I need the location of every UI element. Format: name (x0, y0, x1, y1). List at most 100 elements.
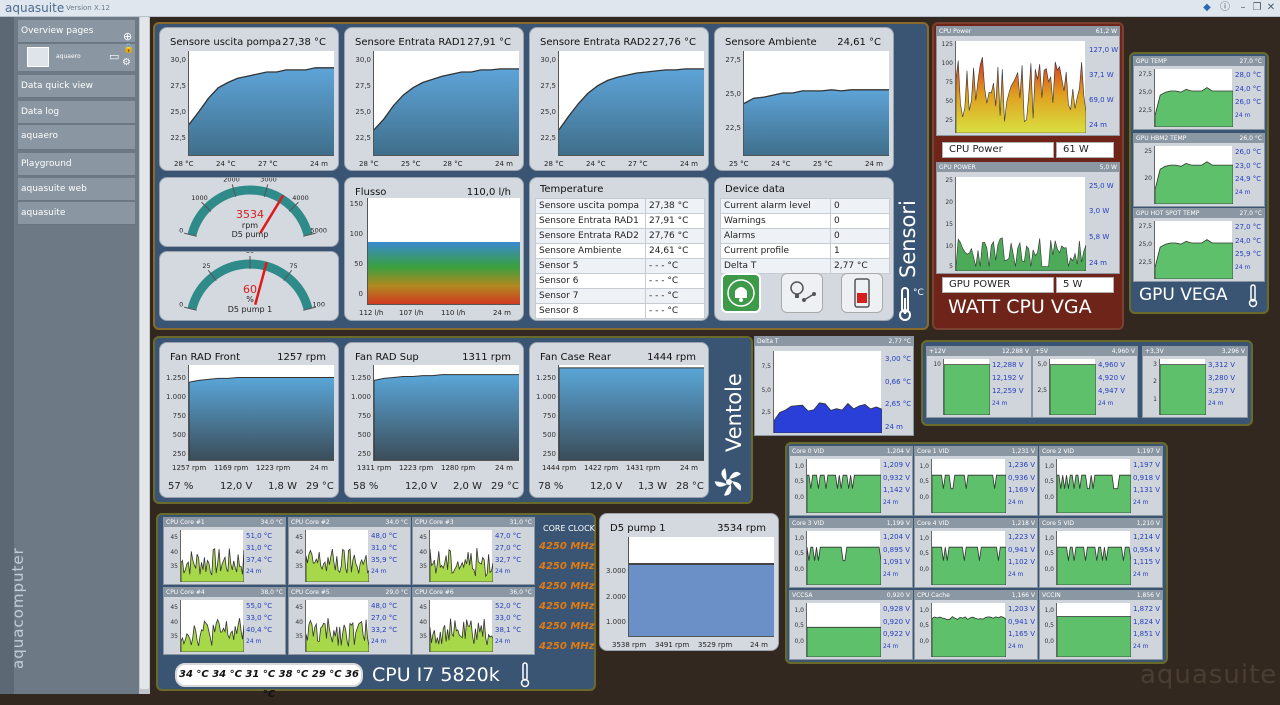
restore-icon[interactable]: ❐ (1250, 1, 1264, 15)
sensor-foot: 28 °C (443, 160, 463, 168)
cpu-core-temp-chart: CPU Core #4 38,0 °C 45 40 35 55,0 °C 33,0 °C 40… (163, 587, 286, 655)
temp-sensor-value: - - - °C (645, 258, 705, 274)
chart-stat: 0,932 V (883, 473, 911, 482)
minimize-icon[interactable]: – (1236, 1, 1250, 15)
stat-min: 37,1 W (1089, 71, 1114, 79)
y-tick: 30,0 (540, 56, 556, 64)
chart-series (931, 546, 1007, 586)
chart-area (180, 548, 245, 583)
y-tick: 40 (170, 548, 178, 556)
y-tick: 45 (419, 604, 427, 611)
chart-plot (1154, 69, 1234, 128)
nav-data-quick-view[interactable]: Data quick view (18, 75, 135, 98)
phone-button[interactable] (841, 273, 883, 313)
nav-data-log[interactable]: Data log (18, 101, 135, 124)
sensor-foot: 25 °C (813, 160, 833, 168)
gauge-tick-label: 4000 (292, 194, 309, 202)
chart-value: 29,0 °C (385, 589, 408, 596)
chart-value: 1,197 V (1136, 448, 1160, 455)
gpu-power-plot (955, 177, 1087, 272)
gpu-power-label: GPU POWER (942, 277, 1054, 293)
y-tick: 40 (419, 548, 427, 556)
y-tick: 25,0 (1138, 241, 1152, 248)
device-entry[interactable]: aquaero ▭ 🔒 ⚙ (18, 44, 135, 71)
vid-chart: Core 1 VID 1,231 V 1,0 0,5 0,0 1,236 V 0,936 V… (914, 446, 1038, 516)
nav-aquaero[interactable]: aquaero (18, 125, 135, 150)
chart-area (806, 626, 882, 658)
gauge-tick-label: 100 (313, 300, 325, 308)
device-field-value: 0 (830, 213, 890, 229)
sensor-area-series (374, 68, 519, 155)
device-field-value: 1 (830, 243, 890, 259)
chart-value: 36,0 °C (509, 589, 532, 596)
chart-stat: 0,941 V (1008, 545, 1036, 554)
chart-value: 31,0 °C (509, 519, 532, 526)
nav-overview-pages[interactable]: Overview pages (18, 20, 135, 43)
fan-foot: 1257 rpm (172, 464, 207, 472)
cpu-core-temp-chart: CPU Core #3 31,0 °C 45 40 35 47,0 °C 27,0 °C 32… (412, 517, 535, 585)
chart-stat: 27,0 °C (495, 544, 522, 552)
y-tick: 1 (1153, 395, 1157, 403)
chart-stat: 1,223 V (1008, 533, 1036, 541)
cpu-power-label: CPU Power (942, 142, 1054, 158)
add-icon[interactable]: ⊕ (123, 30, 132, 43)
fan-icon (713, 466, 745, 498)
sensori-label: Sensori (896, 200, 920, 278)
chart-stat: 40,4 °C (246, 626, 273, 634)
gpu-power-chart: GPU POWER 5,0 W 25 20 15 10 5 25,0 W 3,0… (936, 162, 1120, 274)
temp-sensor-value: - - - °C (645, 288, 705, 304)
y-tick: 50 (354, 260, 363, 268)
nav-aquasuite[interactable]: aquasuite (18, 202, 135, 225)
chart-area (305, 548, 370, 583)
fan-foot: 1311 rpm (357, 464, 392, 472)
alarm-bell-button[interactable] (721, 273, 761, 313)
chart-series (1154, 239, 1234, 280)
y-tick: 7,5 (761, 363, 771, 370)
chart-value: 1,218 V (1011, 520, 1035, 527)
chart-stat: 1,142 V (883, 486, 911, 494)
lock-icon[interactable]: 🔒 (123, 44, 134, 54)
chart-series (305, 617, 370, 653)
y-tick: 50 (945, 98, 953, 105)
table-row: Warnings 0 (720, 213, 890, 229)
fan-series (189, 377, 334, 460)
nav-aquasuite-web[interactable]: aquasuite web (18, 178, 135, 201)
core-clock-title: CORE CLOCK (543, 524, 595, 533)
fan-stat: 12,0 V (405, 481, 438, 492)
pump-foot-avg: 3529 rpm (698, 641, 733, 649)
chart-title: CPU Power (937, 27, 1119, 36)
chart-stat: 24,0 °C (1235, 84, 1262, 93)
info-icon[interactable]: ⓘ (1218, 1, 1232, 15)
monitor-icon[interactable]: ▭ (109, 50, 119, 63)
fan-area (189, 377, 334, 460)
chart-series (806, 546, 882, 586)
fan-foot: 1431 rpm (626, 464, 661, 472)
chart-stat: 32,7 °C (495, 556, 522, 564)
chart-plot (1154, 146, 1234, 205)
chart-stat: 24 m (246, 638, 262, 645)
y-tick: 35 (170, 563, 178, 571)
close-icon[interactable]: ✕ (1264, 1, 1278, 15)
core-clock-value: 4250 MHz (539, 641, 595, 652)
ventole-label: Ventole (722, 373, 746, 452)
chart-area (931, 546, 1007, 586)
watt-label: WATT CPU VGA (948, 296, 1092, 318)
chart-stat: 1,131 V (1133, 486, 1161, 494)
chart-stat: 0,928 V (883, 605, 911, 613)
cpu-power-plot (955, 41, 1087, 134)
voltage-rail-chart: +12V 12,288 V 10 12,288 V 12,192 V 12,259 V 24… (926, 346, 1032, 418)
lightbulb-button[interactable] (781, 273, 823, 313)
sensor-foot: 24 m (865, 160, 883, 168)
y-tick: 750 (357, 412, 371, 420)
layers-icon[interactable]: ◆ (1200, 1, 1214, 15)
chart-stat: 33,2 °C (371, 626, 398, 634)
y-tick: 3.000 (605, 567, 626, 575)
fan-card: Fan Case Rear 1444 rpm 1.250 1.000 750 500 250… (529, 342, 709, 498)
table-row: Current alarm level 0 (720, 198, 890, 214)
chart-area (931, 474, 1007, 514)
gear-icon[interactable]: ⚙ (122, 57, 131, 68)
scrollbar-thumb[interactable] (140, 17, 149, 689)
device-field-name: Current alarm level (720, 198, 831, 214)
nav-playground[interactable]: Playground (18, 153, 135, 176)
fan-card: Fan RAD Front 1257 rpm 1.250 1.000 750 500 250… (159, 342, 339, 498)
